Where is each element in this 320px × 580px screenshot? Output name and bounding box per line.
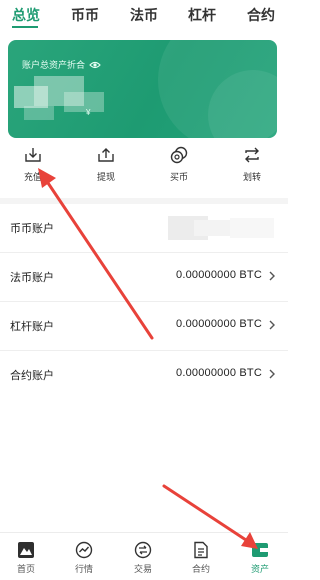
deposit-icon <box>25 148 41 162</box>
contract-icon <box>194 541 208 559</box>
withdraw-button[interactable]: 提现 <box>76 146 136 183</box>
account-row-contract[interactable]: 合约账户 0.00000000 BTC <box>0 351 288 400</box>
withdraw-label: 提现 <box>96 172 115 182</box>
home-icon <box>18 542 34 558</box>
tab-overview[interactable]: 总览 <box>12 5 40 25</box>
trade-icon <box>134 541 152 559</box>
active-tab-indicator <box>12 26 38 28</box>
account-name: 杠杆账户 <box>10 321 54 333</box>
account-row-fiat[interactable]: 法币账户 0.00000000 BTC <box>0 253 288 302</box>
nav-assets-label: 资产 <box>250 564 269 574</box>
quick-actions: 充值 提现 买币 划转 <box>0 146 288 196</box>
transfer-button[interactable]: 划转 <box>222 146 282 183</box>
account-row-margin[interactable]: 杠杆账户 0.00000000 BTC <box>0 302 288 351</box>
total-assets-label: 账户总资产折合 <box>22 60 86 70</box>
bottom-nav: 首页 行情 交易 合约 资产 <box>0 532 288 580</box>
account-balance: 0.00000000 BTC <box>176 318 262 330</box>
nav-assets[interactable]: 资产 <box>240 541 280 575</box>
buy-coin-icon <box>170 146 188 164</box>
transfer-label: 划转 <box>242 172 261 182</box>
account-name: 币币账户 <box>10 223 54 235</box>
buy-coin-button[interactable]: 买币 <box>149 146 209 183</box>
tab-spot[interactable]: 币币 <box>71 5 99 25</box>
nav-trade-label: 交易 <box>133 564 152 574</box>
nav-trade[interactable]: 交易 <box>123 541 163 575</box>
total-assets-label-row: 账户总资产折合 <box>22 58 101 71</box>
eye-icon[interactable] <box>89 60 101 70</box>
total-assets-value-redacted <box>14 76 124 128</box>
account-balance: 0.00000000 BTC <box>176 269 262 281</box>
deposit-label: 充值 <box>23 172 42 182</box>
nav-home[interactable]: 首页 <box>6 541 46 575</box>
account-row-spot[interactable]: 币币账户 <box>0 204 288 253</box>
withdraw-icon <box>98 148 114 162</box>
account-balance-redacted <box>168 216 274 240</box>
top-tab-bar: 总览 币币 法币 杠杆 合约 <box>0 0 288 30</box>
chevron-right-icon <box>269 320 275 330</box>
transfer-icon <box>245 147 259 163</box>
account-name: 法币账户 <box>10 272 54 284</box>
tab-fiat[interactable]: 法币 <box>130 5 158 25</box>
deposit-button[interactable]: 充值 <box>3 146 63 183</box>
chevron-right-icon <box>269 369 275 379</box>
nav-market-label: 行情 <box>74 564 93 574</box>
nav-market[interactable]: 行情 <box>64 541 104 575</box>
nav-contract-label: 合约 <box>191 564 210 574</box>
tab-margin[interactable]: 杠杆 <box>188 5 216 25</box>
currency-unit: ¥ <box>86 108 91 117</box>
account-name: 合约账户 <box>10 370 54 382</box>
account-balance: 0.00000000 BTC <box>176 367 262 379</box>
chevron-right-icon <box>269 271 275 281</box>
nav-home-label: 首页 <box>16 564 35 574</box>
buy-coin-label: 买币 <box>169 172 188 182</box>
market-icon <box>75 541 93 559</box>
assets-icon <box>252 543 268 557</box>
tab-contract[interactable]: 合约 <box>247 5 275 25</box>
total-assets-card: 账户总资产折合 ¥ <box>8 40 277 138</box>
nav-contract[interactable]: 合约 <box>181 541 221 575</box>
